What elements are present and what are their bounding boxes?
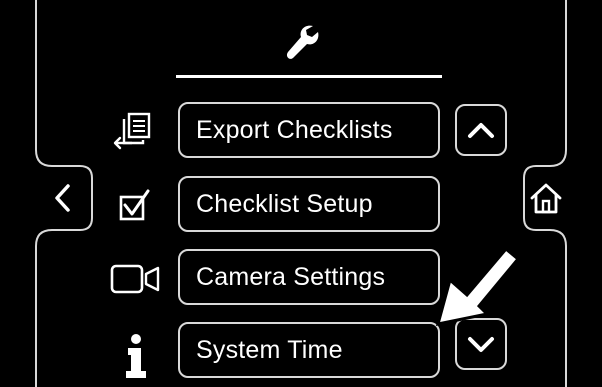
export-icon <box>113 112 151 150</box>
checklist-setup-button[interactable]: Checklist Setup <box>178 176 440 232</box>
system-time-label: System Time <box>196 335 343 364</box>
camera-settings-label: Camera Settings <box>196 262 386 291</box>
export-checklists-button[interactable]: Export Checklists <box>178 102 440 158</box>
home-icon <box>530 183 562 214</box>
wrench-icon <box>286 25 319 59</box>
header-divider <box>176 75 442 78</box>
back-button[interactable] <box>38 168 90 228</box>
pointer-arrow-icon <box>435 246 521 326</box>
scroll-up-button[interactable] <box>455 104 507 156</box>
camera-icon <box>110 264 160 294</box>
info-icon <box>126 334 146 378</box>
settings-menu-screen: Export Checklists Checklist Setup Camera… <box>0 0 602 387</box>
system-time-button[interactable]: System Time <box>178 322 440 378</box>
camera-settings-button[interactable]: Camera Settings <box>178 249 440 305</box>
chevron-left-icon <box>55 184 70 212</box>
chevron-up-icon <box>468 123 494 138</box>
checklist-setup-label: Checklist Setup <box>196 189 373 218</box>
export-checklists-label: Export Checklists <box>196 115 393 144</box>
home-button[interactable] <box>526 168 566 228</box>
checkbox-icon <box>119 189 150 221</box>
